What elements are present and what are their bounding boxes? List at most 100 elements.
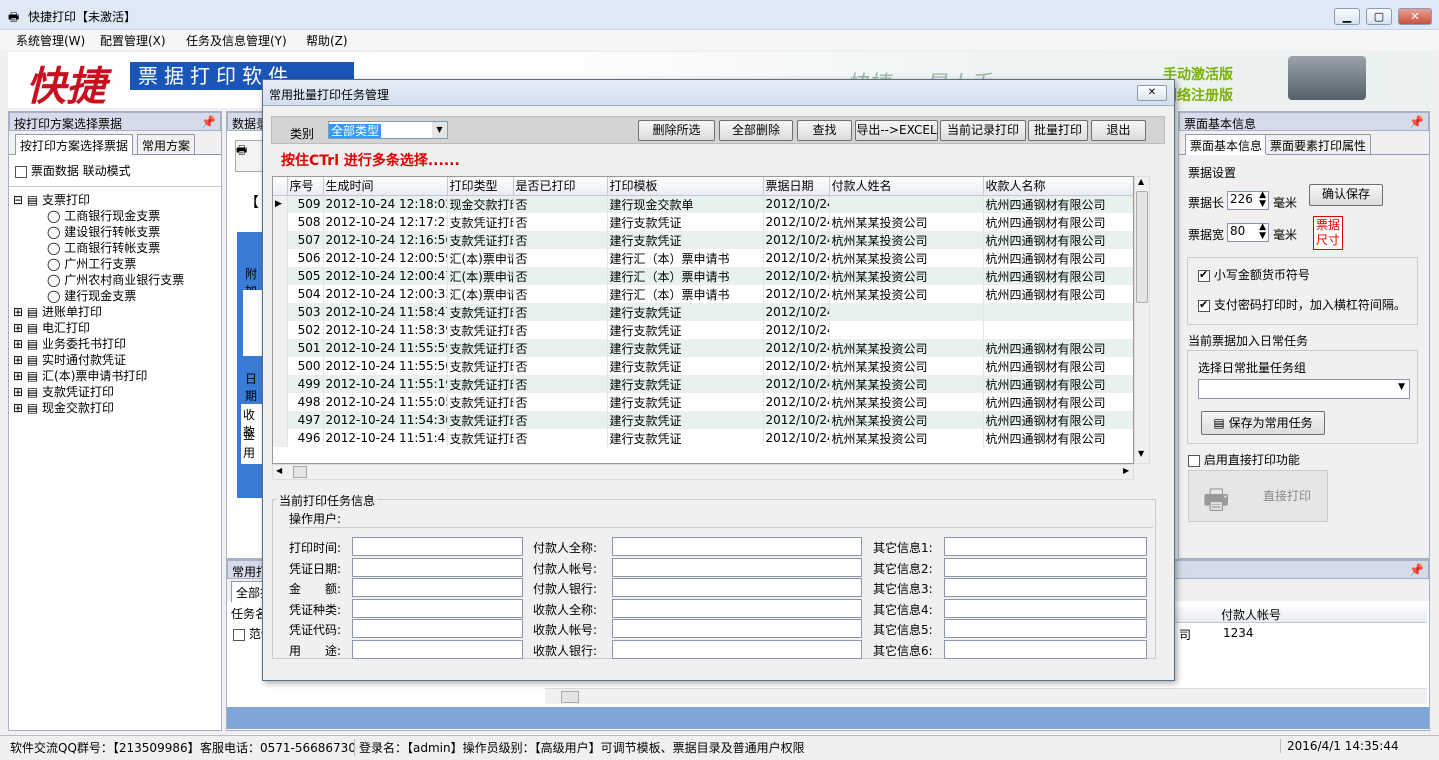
tree-group-item[interactable]: ⊞ ▤ 业务委托书打印 — [13, 336, 126, 352]
tree-leaf-item[interactable]: ◯ 工商银行现金支票 — [47, 208, 160, 224]
direct-print-option[interactable]: 启用直接打印功能 — [1188, 451, 1300, 468]
table-row[interactable]: 4972012-10-24 11:54:30支款凭证打印否建行支款凭证2012/… — [273, 411, 1133, 429]
menu-system[interactable]: 系统管理(W) — [16, 32, 85, 49]
tree-leaf-item[interactable]: ◯ 建行现金支票 — [47, 288, 136, 304]
radio-icon: ◯ — [47, 241, 65, 255]
tree-leaf-item[interactable]: ◯ 广州农村商业银行支票 — [47, 272, 184, 288]
info-field[interactable] — [352, 598, 523, 618]
table-row[interactable]: 5082012-10-24 12:17:21支款凭证打印否建行支款凭证2012/… — [273, 213, 1133, 231]
grid-column-header[interactable]: 生成时间 — [323, 177, 448, 196]
size-tag: 票据尺寸 — [1313, 216, 1343, 250]
info-field[interactable] — [944, 598, 1147, 618]
dialog-close-button[interactable]: ✕ — [1137, 85, 1167, 101]
info-field[interactable] — [944, 537, 1147, 556]
table-row[interactable]: 4992012-10-24 11:55:19支款凭证打印否建行支款凭证2012/… — [273, 375, 1133, 393]
tree-group-item[interactable]: ⊞ ▤ 进账单打印 — [13, 304, 102, 320]
batch-print-button[interactable]: 批量打印 — [1028, 120, 1088, 141]
table-row[interactable]: 5002012-10-24 11:55:50支款凭证打印否建行支款凭证2012/… — [273, 357, 1133, 375]
grid-column-header[interactable]: 打印模板 — [607, 177, 764, 196]
table-row[interactable]: 506 2012-10-24 12:00:59 汇(本)票申请否建行汇（本）票申请书… — [273, 249, 1133, 267]
table-row[interactable]: 4962012-10-24 11:51:41支款凭证打印否建行支款凭证2012/… — [273, 429, 1133, 447]
tab-by-scheme[interactable]: 按打印方案选择票据 — [15, 134, 134, 155]
dialog-title: 常用批量打印任务管理 — [269, 88, 390, 102]
info-field[interactable] — [352, 619, 523, 638]
info-field[interactable] — [944, 557, 1147, 577]
tree-group-item[interactable]: ⊞ ▤ 支款凭证打印 — [13, 384, 114, 400]
table-row[interactable]: 5032012-10-24 11:58:47支款凭证打印否建行支款凭证2012/… — [273, 303, 1133, 321]
info-field[interactable] — [352, 537, 523, 556]
grid-column-header[interactable]: 收款人名称 — [983, 177, 1133, 196]
linkage-mode[interactable]: 票面数据 联动模式 — [15, 162, 131, 179]
table-row[interactable]: ▶5092012-10-24 12:18:02现金交款打印否建行现金交款单201… — [273, 195, 1133, 213]
menu-help[interactable]: 帮助(Z) — [306, 32, 348, 49]
app-icon: 🖶 — [8, 10, 20, 24]
tree-leaf-item[interactable]: ◯ 工商银行转帐支票 — [47, 240, 160, 256]
info-field[interactable] — [352, 578, 523, 597]
h-scrollbar[interactable] — [545, 688, 1427, 704]
category-select[interactable]: 全部类型 ▼ — [328, 121, 448, 139]
info-field[interactable] — [352, 639, 523, 659]
info-field[interactable] — [944, 578, 1147, 597]
delete-selected-button[interactable]: 删除所选 — [638, 120, 715, 141]
width-spinner[interactable]: 80 ▲ ▼ — [1227, 223, 1269, 242]
batch-task-dialog: 常用批量打印任务管理 ✕ 类别 全部类型 ▼ 删除所选 全部删除 查找 导出--… — [262, 79, 1175, 681]
currency-symbol-option[interactable]: 小写金额货币符号 — [1198, 266, 1310, 283]
export-excel-button[interactable]: 导出-->EXCEL — [855, 120, 938, 141]
task-group-select[interactable]: ▼ — [1198, 379, 1410, 399]
tab-print-props[interactable]: 票面要素打印属性 — [1265, 134, 1372, 154]
minimize-button[interactable]: ▁ — [1334, 8, 1360, 25]
tree-group-item[interactable]: ⊞ ▤ 电汇打印 — [13, 320, 90, 336]
table-row[interactable]: 504 2012-10-24 12:00:33 汇(本)票申请否建行汇（本）票申请书… — [273, 285, 1133, 303]
grid-column-header[interactable]: 打印类型 — [447, 177, 514, 196]
table-row[interactable]: 5022012-10-24 11:58:39支款凭证打印否建行支款凭证2012/… — [273, 321, 1133, 339]
table-row[interactable]: 5072012-10-24 12:16:56支款凭证打印否建行支款凭证2012/… — [273, 231, 1133, 249]
grid-column-header[interactable]: 是否已打印 — [513, 177, 608, 196]
folder-icon: ⊟ ▤ — [13, 193, 43, 207]
find-button[interactable]: 查找 — [797, 120, 852, 141]
info-field[interactable] — [612, 537, 862, 556]
grid-column-header[interactable]: 票据日期 — [763, 177, 830, 196]
table-row[interactable]: 4982012-10-24 11:55:05支款凭证打印否建行支款凭证2012/… — [273, 393, 1133, 411]
tree-group-item[interactable]: ⊞ ▤ 实时通付款凭证 — [13, 352, 126, 368]
info-field[interactable] — [944, 619, 1147, 638]
tree-group-item[interactable]: ⊞ ▤ 汇(本)票申请书打印 — [13, 368, 147, 384]
maximize-button[interactable]: ▢ — [1366, 8, 1392, 25]
length-spinner[interactable]: 226 ▲ ▼ — [1227, 191, 1269, 210]
linkage-checkbox[interactable] — [15, 165, 27, 178]
folder-icon: ⊞ ▤ — [13, 321, 43, 335]
tree-leaf-item[interactable]: ◯ 广州工行支票 — [47, 256, 136, 272]
grid-h-scrollbar[interactable]: ◀ ▶ — [272, 464, 1134, 480]
menu-tasks[interactable]: 任务及信息管理(Y) — [186, 32, 287, 49]
chevron-down-icon[interactable]: ▼ — [432, 122, 447, 138]
delete-all-button[interactable]: 全部删除 — [719, 120, 793, 141]
table-row[interactable]: 505 2012-10-24 12:00:47 汇(本)票申请否建行汇（本）票申请书… — [273, 267, 1133, 285]
info-field[interactable] — [944, 639, 1147, 659]
task-grid: 序号生成时间打印类型是否已打印打印模板票据日期付款人姓名收款人名称信 ▶5092… — [272, 176, 1134, 464]
info-field[interactable] — [352, 557, 523, 577]
tab-common-scheme[interactable]: 常用方案 — [137, 134, 196, 154]
save-common-task-button[interactable]: ▤ 保存为常用任务 — [1201, 411, 1325, 435]
confirm-save-button[interactable]: 确认保存 — [1309, 184, 1383, 206]
table-row[interactable]: 5012012-10-24 11:55:59支款凭证打印否建行支款凭证2012/… — [273, 339, 1133, 357]
printer-icon: 🖶 — [1203, 483, 1230, 516]
info-field[interactable] — [612, 578, 862, 597]
tab-basic-info[interactable]: 票面基本信息 — [1185, 134, 1268, 155]
data-entry-area: 附加 日期 收款 金 用 — [237, 232, 265, 498]
grid-column-header[interactable]: 序号 — [287, 177, 324, 196]
password-dash-option[interactable]: 支付密码打印时，加入横杠符间隔。 — [1198, 296, 1406, 313]
menu-config[interactable]: 配置管理(X) — [100, 32, 166, 49]
tree-group-item[interactable]: ⊟ ▤ 支票打印 — [13, 192, 90, 208]
print-current-button[interactable]: 当前记录打印 — [940, 120, 1026, 141]
v-scrollbar[interactable]: ▲ ▼ — [1134, 176, 1150, 464]
info-field[interactable] — [612, 557, 862, 577]
tree-leaf-item[interactable]: ◯ 建设银行转帐支票 — [47, 224, 160, 240]
close-button[interactable]: ✕ — [1398, 8, 1432, 25]
direct-print-button[interactable]: 🖶 直接打印 — [1188, 470, 1328, 522]
info-field[interactable] — [612, 598, 862, 618]
info-field[interactable] — [612, 639, 862, 659]
tree-group-item[interactable]: ⊞ ▤ 现金交款打印 — [13, 400, 114, 416]
grid-column-header[interactable]: 付款人姓名 — [829, 177, 984, 196]
exit-button[interactable]: 退出 — [1091, 120, 1146, 141]
print-toolbar-icon[interactable]: 🖶 — [235, 140, 265, 172]
info-field[interactable] — [612, 619, 862, 638]
